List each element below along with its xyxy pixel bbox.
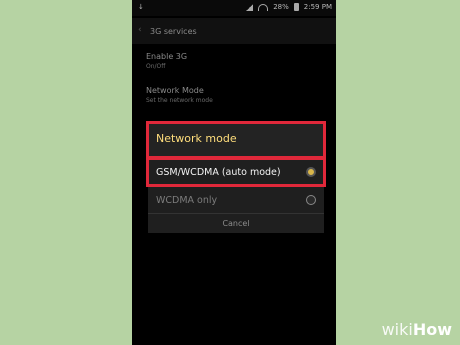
setting-network-mode[interactable]: Network Mode Set the network mode: [146, 86, 213, 104]
setting-title: Network Mode: [146, 86, 204, 95]
page-title: 3G services: [150, 27, 197, 36]
battery-percent: 28%: [273, 3, 289, 11]
signal-icon: [246, 3, 254, 11]
setting-title: Enable 3G: [146, 52, 188, 61]
wifi-icon: [258, 3, 269, 11]
network-mode-dialog: Network mode GSM/WCDMA (auto mode) WCDMA…: [148, 121, 324, 233]
download-icon: ↓: [138, 3, 144, 11]
action-bar: ‹ 3G services: [132, 18, 336, 44]
radio-selected-icon[interactable]: [306, 167, 316, 177]
back-icon[interactable]: ‹: [138, 25, 142, 35]
radio-unselected-icon[interactable]: [306, 195, 316, 205]
setting-subtitle: Set the network mode: [146, 97, 213, 104]
status-icons: 28% 2:59 PM: [246, 3, 332, 11]
cancel-button[interactable]: Cancel: [148, 213, 324, 234]
option-wcdma-only[interactable]: WCDMA only: [148, 187, 324, 215]
battery-icon: [293, 3, 299, 11]
status-bar: ↓ 28% 2:59 PM: [132, 0, 336, 16]
option-label: WCDMA only: [156, 195, 218, 206]
wikihow-watermark: wikiHow: [381, 320, 452, 339]
setting-enable-3g[interactable]: Enable 3G On/Off: [146, 52, 187, 70]
setting-subtitle: On/Off: [146, 63, 166, 70]
clock: 2:59 PM: [303, 3, 332, 11]
option-label: GSM/WCDMA (auto mode): [156, 167, 281, 178]
dialog-title: Network mode: [148, 121, 324, 157]
option-gsm-wcdma-auto[interactable]: GSM/WCDMA (auto mode): [148, 159, 324, 187]
